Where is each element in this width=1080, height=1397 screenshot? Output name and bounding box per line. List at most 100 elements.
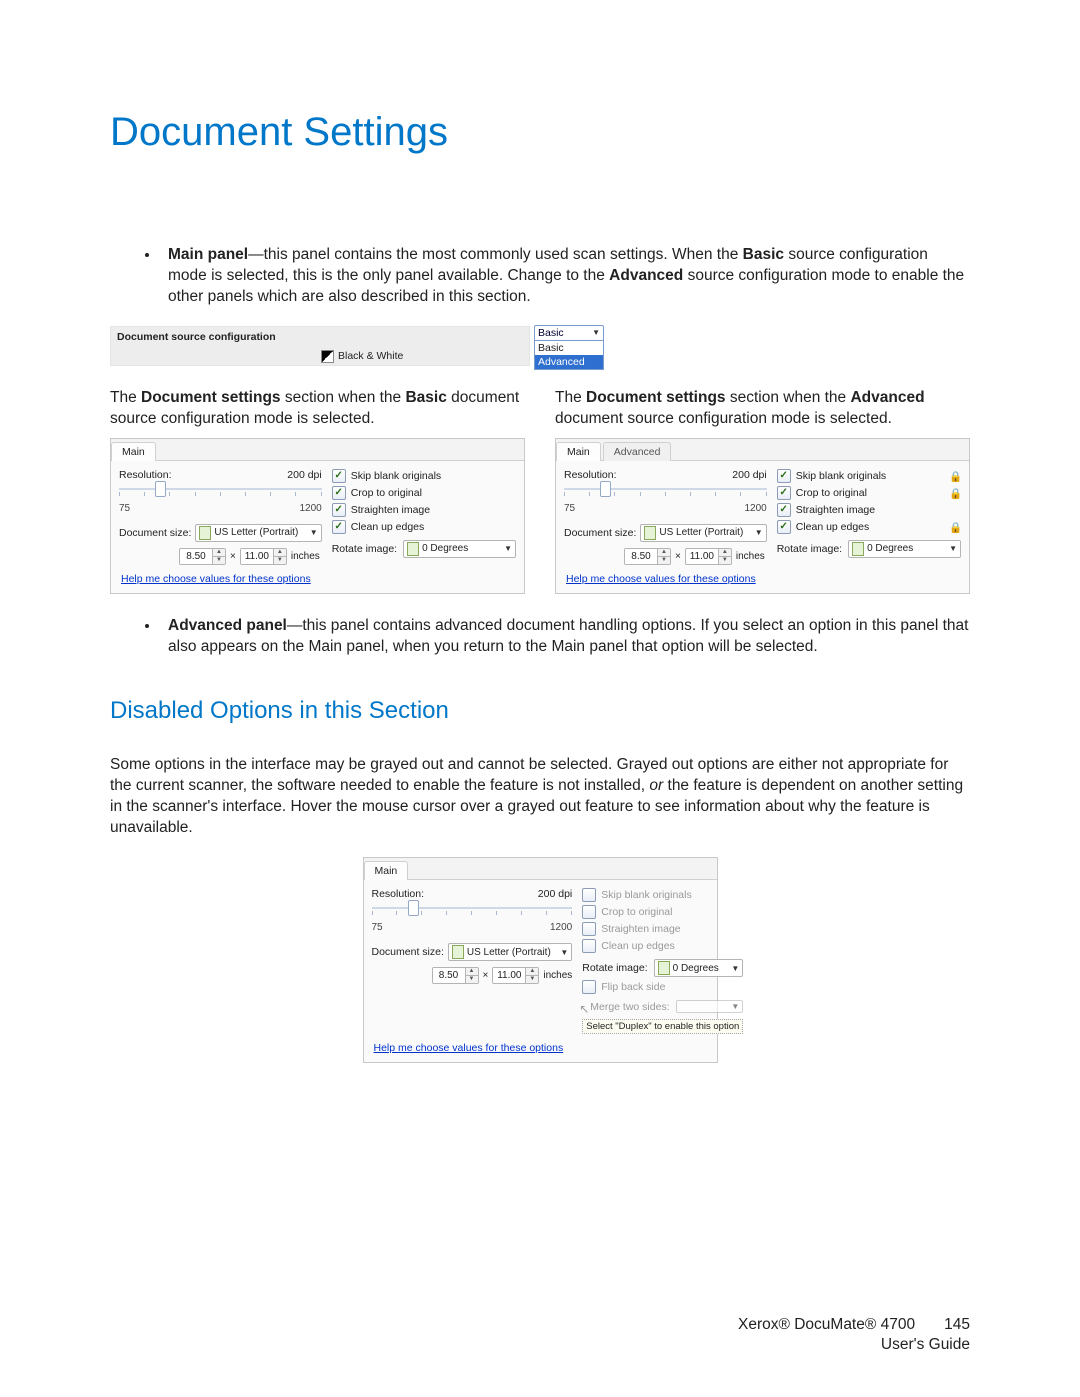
mode-option-basic[interactable]: Basic [535,341,603,355]
lock-icon: 🔒 [949,470,961,482]
lbl-clean: Clean up edges [601,940,675,952]
help-link[interactable]: Help me choose values for these options [556,567,756,587]
page-footer: Xerox® DocuMate® 4700 145 User's Guide [738,1315,970,1355]
cap-a2: section when the [726,389,851,406]
page-icon [199,526,211,540]
checkbox-clean[interactable]: ✓ [332,520,346,534]
page-icon [658,961,670,975]
chevron-down-icon: ▼ [310,528,318,537]
bullet-main-lead: Main panel [168,246,248,263]
footer-page-number: 145 [928,1315,970,1335]
cap-a-mode: Advanced [850,389,924,406]
page-icon [852,542,864,556]
slider-max: 1200 [744,503,766,514]
checkbox-skip[interactable]: ✓ [332,469,346,483]
cursor-icon: ↖ [579,1002,589,1016]
slider-min: 75 [372,922,383,933]
lbl-skip: Skip blank originals [796,470,886,482]
resolution-slider[interactable] [119,483,322,501]
bullet-main-b1: Basic [743,246,784,263]
width-stepper[interactable]: 8.50 ▲▼ [179,548,226,565]
tab-main[interactable]: Main [111,442,156,461]
slider-max: 1200 [550,922,572,933]
height-stepper[interactable]: 11.00 ▲▼ [240,548,287,565]
mode-dropdown-current: Basic [538,327,564,339]
rotate-value: 0 Degrees [673,963,719,974]
tab-main[interactable]: Main [364,861,409,880]
checkbox-crop[interactable]: ✓ [777,486,791,500]
tooltip-merge: Select "Duplex" to enable this option [582,1019,743,1034]
bullet-adv-lead: Advanced panel [168,617,287,634]
height-value: 11.00 [686,549,718,564]
rotate-select[interactable]: 0 Degrees ▼ [848,540,961,558]
checkbox-clean: ✓ [582,939,596,953]
mode-option-advanced[interactable]: Advanced [535,355,603,369]
cap-b-mode: Basic [405,389,446,406]
lbl-skip: Skip blank originals [351,470,441,482]
checkbox-straighten[interactable]: ✓ [777,503,791,517]
lbl-crop: Crop to original [351,487,422,499]
bullet-advanced-panel: Advanced panel—this panel contains advan… [160,616,970,658]
height-value: 11.00 [493,968,525,983]
docsize-select[interactable]: US Letter (Portrait) ▼ [640,524,766,542]
config-bw-label: Black & White [321,350,403,363]
checkbox-straighten: ✓ [582,922,596,936]
lbl-straighten: Straighten image [601,923,680,935]
checkbox-clean[interactable]: ✓ [777,520,791,534]
slider-min: 75 [119,503,130,514]
rotate-select[interactable]: 0 Degrees ▼ [654,959,744,977]
cap-a-bold: Document settings [586,389,726,406]
bullet-list-top: Main panel—this panel contains the most … [110,245,970,308]
width-stepper[interactable]: 8.50 ▲▼ [624,548,671,565]
chevron-down-icon: ▼ [560,948,568,957]
settings-panel-disabled-example: Main Resolution: 200 dpi 75 1200 Docu [363,857,718,1063]
width-value: 8.50 [180,549,212,564]
width-stepper[interactable]: 8.50 ▲▼ [432,967,479,984]
config-box: Document source configuration Black & Wh… [110,326,530,366]
resolution-slider[interactable] [372,902,573,920]
height-stepper[interactable]: 11.00 ▲▼ [492,967,539,984]
docsize-select[interactable]: US Letter (Portrait) ▼ [448,943,572,961]
resolution-value: 200 dpi [287,469,321,481]
rotate-select[interactable]: 0 Degrees ▼ [403,540,516,558]
resolution-value: 200 dpi [538,888,572,900]
subheading-disabled: Disabled Options in this Section [110,697,970,725]
docsize-value: US Letter (Portrait) [659,527,743,538]
merge-select: ▼ [676,1000,744,1013]
cap-b1: The [110,389,141,406]
mode-dropdown[interactable]: Basic ▼ Basic Advanced [534,325,604,370]
checkbox-crop[interactable]: ✓ [332,486,346,500]
help-link[interactable]: Help me choose values for these options [111,567,311,587]
bw-swatch-icon [321,350,334,363]
tab-main[interactable]: Main [556,442,601,461]
checkbox-straighten[interactable]: ✓ [332,503,346,517]
slider-thumb[interactable] [408,900,419,916]
cap-b2: section when the [281,389,406,406]
docsize-label: Document size: [564,527,636,539]
lock-icon: 🔒 [949,521,961,533]
mode-dropdown-list: Basic Advanced [534,341,604,370]
tab-advanced[interactable]: Advanced [603,442,672,461]
footer-brand: Xerox® DocuMate® 4700 [738,1316,915,1333]
cap-a3: document source configuration mode is se… [555,410,892,427]
checkbox-skip[interactable]: ✓ [777,469,791,483]
dim-mult: × [230,551,236,562]
mode-dropdown-head[interactable]: Basic ▼ [534,325,604,341]
slider-thumb[interactable] [155,481,166,497]
resolution-slider[interactable] [564,483,767,501]
chevron-down-icon: ▼ [592,328,600,337]
caption-basic: The Document settings section when the B… [110,388,525,430]
page-icon [644,526,656,540]
caption-advanced: The Document settings section when the A… [555,388,970,430]
help-link[interactable]: Help me choose values for these options [364,1036,564,1056]
checkbox-flip: ✓ [582,980,596,994]
docsize-select[interactable]: US Letter (Portrait) ▼ [195,524,321,542]
docsize-label: Document size: [119,527,191,539]
rotate-label: Rotate image: [582,962,647,974]
page-icon [452,945,464,959]
lbl-skip: Skip blank originals [601,889,691,901]
slider-thumb[interactable] [600,481,611,497]
height-stepper[interactable]: 11.00 ▲▼ [685,548,732,565]
resolution-value: 200 dpi [732,469,766,481]
dim-unit: inches [543,970,572,981]
